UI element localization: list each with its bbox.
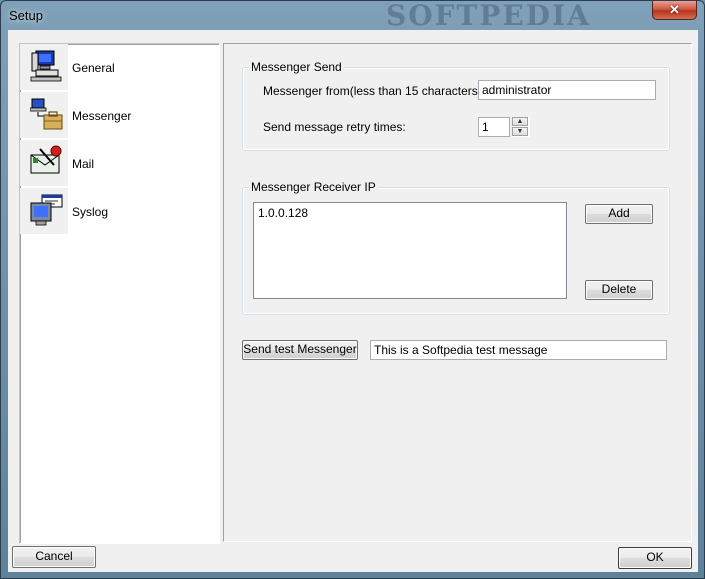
- nav-item-label: Syslog: [72, 205, 109, 219]
- setup-window: Setup SOFTPEDIA ✕ General Messenger Mail…: [0, 0, 705, 579]
- delete-ip-button[interactable]: Delete: [585, 280, 653, 300]
- messenger-from-label: Messenger from(less than 15 characters):: [263, 84, 486, 98]
- close-icon: ✕: [669, 2, 680, 17]
- nav-item-syslog[interactable]: Syslog: [20, 188, 219, 234]
- nav-item-label: Mail: [72, 157, 95, 171]
- messenger-receiver-group: Messenger Receiver IP 1.0.0.128 Add Dele…: [242, 180, 670, 315]
- retry-times-spinner[interactable]: ▲ ▼: [512, 117, 530, 137]
- ok-button[interactable]: OK: [618, 547, 692, 569]
- list-item[interactable]: 1.0.0.128: [258, 206, 308, 220]
- nav-item-general[interactable]: General: [20, 44, 219, 90]
- computer-icon: [20, 44, 68, 90]
- receiver-ip-list[interactable]: 1.0.0.128: [253, 202, 567, 299]
- nav-item-mail[interactable]: Mail: [20, 140, 219, 186]
- nav-item-label: General: [72, 61, 115, 75]
- dialog-client-area: General Messenger Mail Syslog Messenger …: [8, 30, 698, 572]
- spin-up-arrow-icon[interactable]: ▲: [512, 117, 528, 126]
- cancel-button[interactable]: Cancel: [12, 546, 96, 568]
- messenger-from-input[interactable]: administrator: [478, 80, 656, 100]
- group-title: Messenger Send: [249, 60, 344, 74]
- settings-panel: Messenger Send Messenger from(less than …: [223, 43, 692, 542]
- group-title: Messenger Receiver IP: [249, 180, 378, 194]
- window-title: Setup: [9, 8, 43, 23]
- add-ip-button[interactable]: Add: [585, 204, 653, 224]
- softpedia-watermark: SOFTPEDIA: [386, 0, 591, 32]
- messenger-send-group: Messenger Send Messenger from(less than …: [242, 60, 670, 151]
- nav-item-messenger[interactable]: Messenger: [20, 92, 219, 138]
- category-list: General Messenger Mail Syslog: [19, 43, 220, 544]
- mail-envelope-icon: [20, 140, 68, 186]
- syslog-monitor-icon: [20, 188, 68, 234]
- messenger-network-icon: [20, 92, 68, 138]
- title-bar[interactable]: Setup SOFTPEDIA ✕: [1, 0, 704, 32]
- nav-item-label: Messenger: [72, 109, 132, 123]
- test-message-input[interactable]: This is a Softpedia test message: [370, 340, 667, 360]
- spin-down-arrow-icon[interactable]: ▼: [512, 127, 528, 136]
- close-button[interactable]: ✕: [652, 1, 697, 20]
- send-test-messenger-button[interactable]: Send test Messenger: [242, 340, 358, 360]
- retry-times-input[interactable]: 1: [478, 117, 510, 137]
- retry-times-label: Send message retry times:: [263, 120, 406, 134]
